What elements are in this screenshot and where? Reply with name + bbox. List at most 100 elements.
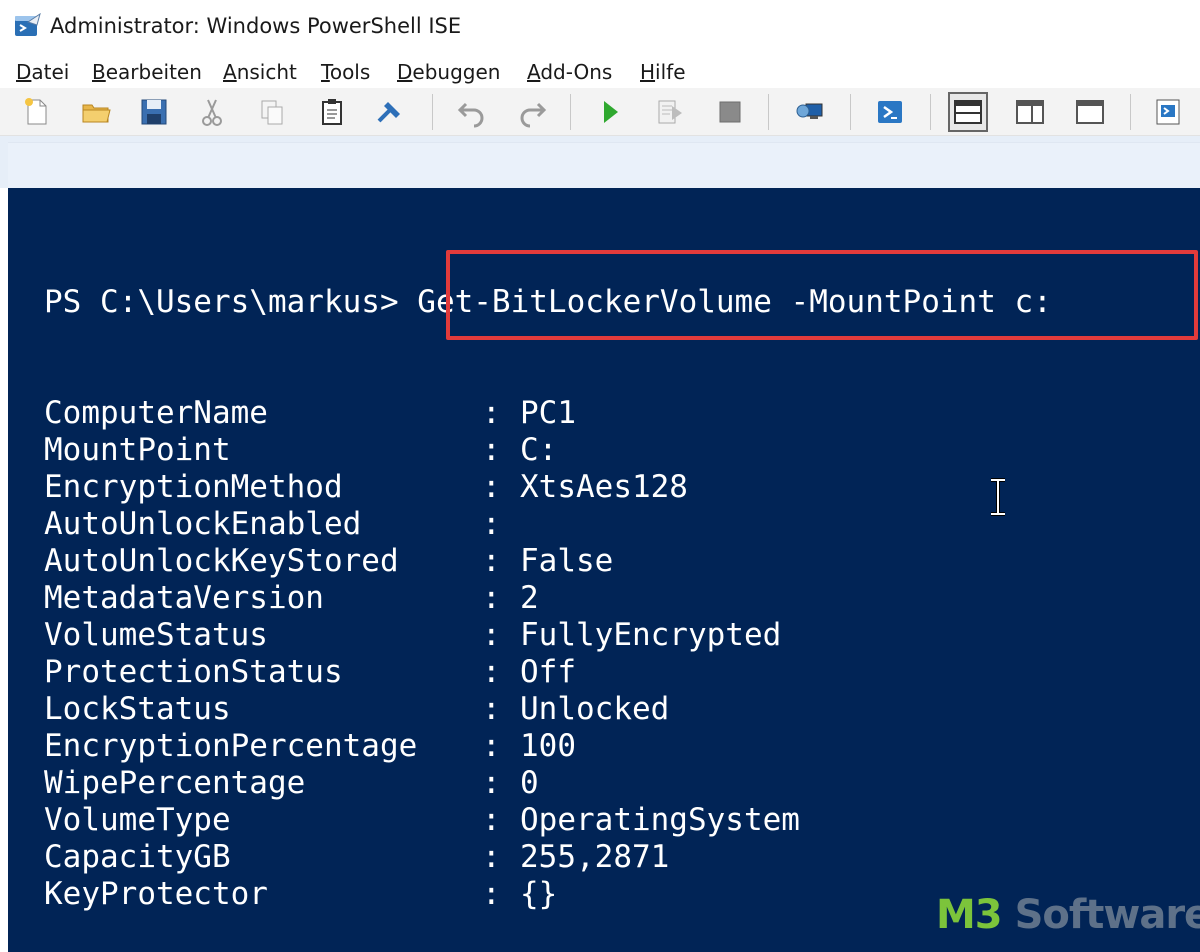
output-row-autounlockenabled: AutoUnlockEnabled :	[44, 506, 501, 543]
output-row-encryptionpercentage: EncryptionPercentage : 100	[44, 728, 576, 765]
paste-icon[interactable]	[312, 92, 352, 132]
toolbar-separator	[1130, 94, 1131, 130]
show-script-pane-right-icon[interactable]	[1010, 92, 1050, 132]
output-row-computername: ComputerName : PC1	[44, 395, 576, 432]
menu-bar: Datei Bearbeiten Ansicht Tools Debuggen …	[0, 56, 1200, 88]
toolbar	[0, 88, 1200, 136]
show-script-pane-top-icon[interactable]	[948, 92, 988, 132]
output-colon: :	[482, 839, 501, 875]
watermark-text: Software	[1001, 892, 1200, 938]
menu-help[interactable]: Hilfe	[640, 60, 686, 84]
output-colon: :	[482, 543, 501, 579]
toolbar-separator	[570, 94, 571, 130]
output-property-name: VolumeStatus	[44, 617, 268, 653]
output-property-name: EncryptionMethod	[44, 469, 343, 505]
output-colon: :	[482, 469, 501, 505]
menu-addons[interactable]: Add-Ons	[527, 60, 612, 84]
run-script-icon[interactable]	[590, 92, 630, 132]
open-folder-icon[interactable]	[76, 92, 116, 132]
output-row-keyprotector: KeyProtector : {}	[44, 876, 557, 913]
output-colon: :	[482, 654, 501, 690]
stop-icon[interactable]	[710, 92, 750, 132]
output-property-name: VolumeType	[44, 802, 231, 838]
output-property-name: CapacityGB	[44, 839, 231, 875]
output-row-autounlockkeystored: AutoUnlockKeyStored : False	[44, 543, 613, 580]
save-icon[interactable]	[134, 92, 174, 132]
output-property-name: ProtectionStatus	[44, 654, 343, 690]
toolbar-separator	[432, 94, 433, 130]
toolbar-separator	[768, 94, 769, 130]
output-row-lockstatus: LockStatus : Unlocked	[44, 691, 669, 728]
output-colon: :	[482, 506, 501, 542]
output-property-name: AutoUnlockEnabled	[44, 506, 362, 542]
undo-icon[interactable]	[452, 92, 492, 132]
output-row-encryptionmethod: EncryptionMethod : XtsAes128	[44, 469, 688, 506]
command-highlight-box	[446, 250, 1198, 340]
output-colon: :	[482, 765, 501, 801]
watermark-brand: M3	[936, 892, 1003, 938]
output-row-mountpoint: MountPoint : C:	[44, 432, 557, 469]
output-colon: :	[482, 728, 501, 764]
output-property-name: EncryptionPercentage	[44, 728, 418, 764]
script-pane-strip	[0, 136, 1200, 188]
output-colon: :	[482, 802, 501, 838]
prompt-text: PS C:\Users\markus>	[44, 284, 399, 320]
output-property-value: Unlocked	[520, 691, 670, 727]
output-property-name: WipePercentage	[44, 765, 306, 801]
show-command-addon-icon[interactable]	[1148, 92, 1188, 132]
new-file-icon[interactable]	[16, 92, 56, 132]
output-colon: :	[482, 432, 501, 468]
output-property-name: LockStatus	[44, 691, 231, 727]
menu-edit[interactable]: Bearbeiten	[92, 60, 202, 84]
output-property-value: PC1	[520, 395, 576, 431]
powershell-console-icon[interactable]	[870, 92, 910, 132]
output-property-value: 0	[520, 765, 539, 801]
output-property-value: 255,2871	[520, 839, 670, 875]
window-title: Administrator: Windows PowerShell ISE	[50, 14, 462, 38]
output-property-value: FullyEncrypted	[520, 617, 782, 653]
output-row-capacitygb: CapacityGB : 255,2871	[44, 839, 669, 876]
output-property-value: XtsAes128	[520, 469, 688, 505]
output-colon: :	[482, 395, 501, 431]
output-property-name: AutoUnlockKeyStored	[44, 543, 399, 579]
powershell-ise-app-icon	[15, 13, 41, 36]
output-property-value: Off	[520, 654, 576, 690]
menu-file[interactable]: Datei	[16, 60, 69, 84]
output-row-wipepercentage: WipePercentage : 0	[44, 765, 539, 802]
output-property-value: 2	[520, 580, 539, 616]
output-row-metadataversion: MetadataVersion : 2	[44, 580, 539, 617]
copy-icon[interactable]	[252, 92, 292, 132]
text-cursor-icon	[991, 478, 1005, 516]
title-bar: Administrator: Windows PowerShell ISE	[0, 0, 1200, 56]
output-property-value: False	[520, 543, 614, 579]
output-colon: :	[482, 617, 501, 653]
console-pane[interactable]: PS C:\Users\markus> Get-BitLockerVolume …	[8, 188, 1200, 952]
output-property-value: {}	[520, 876, 558, 912]
menu-tools[interactable]: Tools	[321, 60, 370, 84]
cut-icon[interactable]	[192, 92, 232, 132]
redo-icon[interactable]	[512, 92, 552, 132]
run-selection-icon[interactable]	[650, 92, 690, 132]
output-row-protectionstatus: ProtectionStatus : Off	[44, 654, 576, 691]
output-property-value: C:	[520, 432, 558, 468]
output-colon: :	[482, 876, 501, 912]
watermark-logo: M3 Software	[936, 892, 1200, 938]
output-row-volumetype: VolumeType : OperatingSystem	[44, 802, 800, 839]
output-property-name: MetadataVersion	[44, 580, 324, 616]
output-colon: :	[482, 580, 501, 616]
output-colon: :	[482, 691, 501, 727]
clear-console-icon[interactable]	[370, 92, 410, 132]
output-property-name: ComputerName	[44, 395, 268, 431]
output-property-value: 100	[520, 728, 576, 764]
show-script-pane-maximized-icon[interactable]	[1070, 92, 1110, 132]
output-row-volumestatus: VolumeStatus : FullyEncrypted	[44, 617, 781, 654]
menu-view[interactable]: Ansicht	[223, 60, 297, 84]
toolbar-separator	[930, 94, 931, 130]
output-property-value: OperatingSystem	[520, 802, 800, 838]
output-property-name: MountPoint	[44, 432, 231, 468]
toolbar-separator	[850, 94, 851, 130]
script-pane-collapsed[interactable]	[8, 142, 1200, 188]
output-property-name: KeyProtector	[44, 876, 268, 912]
menu-debug[interactable]: Debuggen	[397, 60, 500, 84]
remote-powershell-icon[interactable]	[790, 92, 830, 132]
